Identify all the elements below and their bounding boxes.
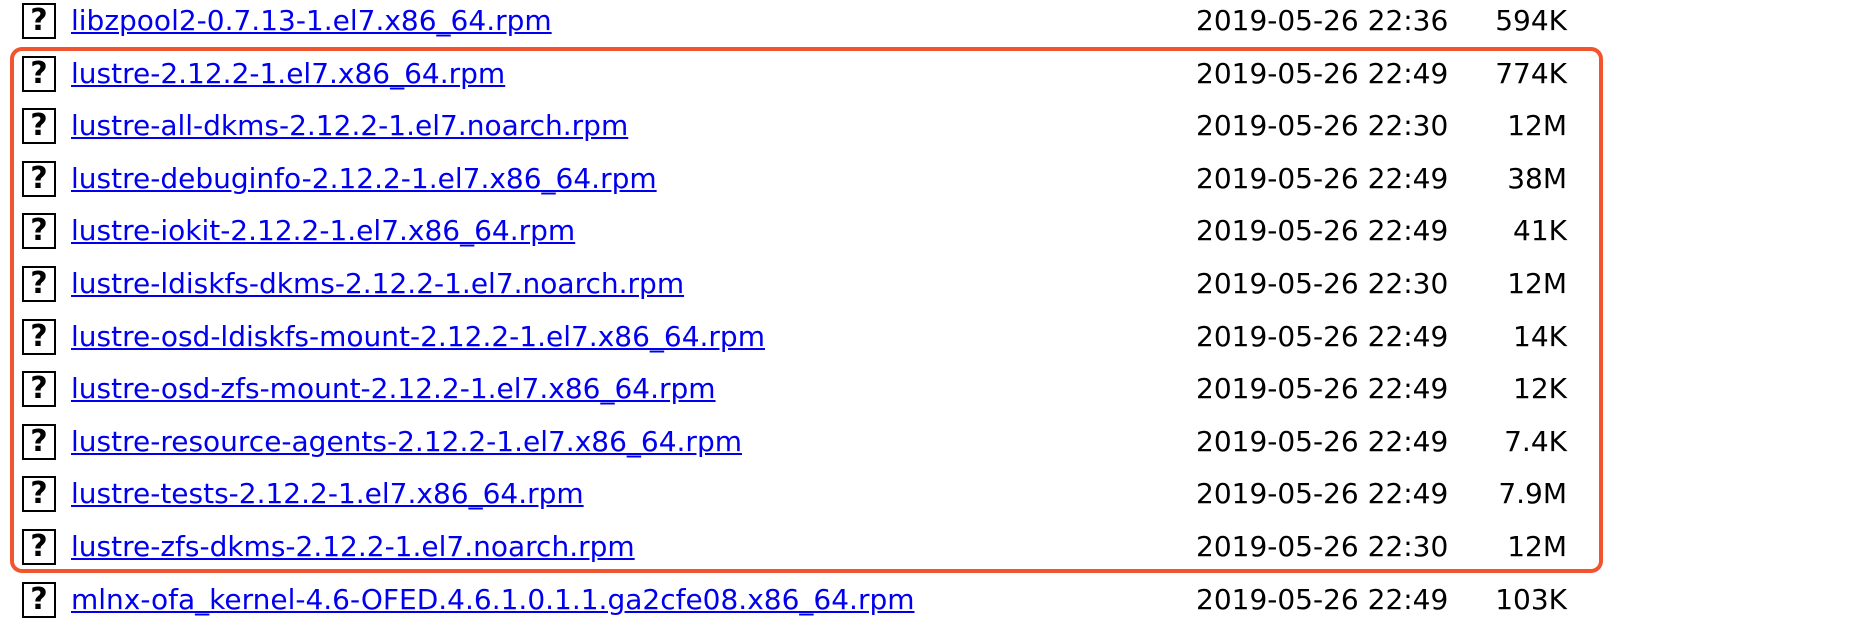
- file-size: 12M: [1507, 109, 1567, 142]
- file-modified-date: 2019-05-26 22:49: [1196, 214, 1449, 247]
- unknown-file-icon: ?: [22, 424, 56, 460]
- file-modified-date: 2019-05-26 22:49: [1196, 57, 1449, 90]
- file-modified-date: 2019-05-26 22:36: [1196, 4, 1449, 37]
- unknown-file-icon: ?: [22, 3, 56, 39]
- file-row: ? lustre-ldiskfs-dkms-2.12.2-1.el7.noarc…: [0, 262, 1868, 314]
- file-modified-date: 2019-05-26 22:49: [1196, 425, 1449, 458]
- file-row: ? lustre-tests-2.12.2-1.el7.x86_64.rpm 2…: [0, 472, 1868, 524]
- unknown-file-icon: ?: [22, 213, 56, 249]
- file-row: ? lustre-osd-ldiskfs-mount-2.12.2-1.el7.…: [0, 315, 1868, 367]
- unknown-file-icon: ?: [22, 108, 56, 144]
- file-row: ? lustre-2.12.2-1.el7.x86_64.rpm 2019-05…: [0, 52, 1868, 104]
- unknown-file-icon: ?: [22, 371, 56, 407]
- file-size: 594K: [1495, 4, 1567, 37]
- file-row: ? lustre-all-dkms-2.12.2-1.el7.noarch.rp…: [0, 104, 1868, 156]
- file-link[interactable]: lustre-all-dkms-2.12.2-1.el7.noarch.rpm: [71, 104, 628, 148]
- unknown-file-icon: ?: [22, 529, 56, 565]
- file-modified-date: 2019-05-26 22:30: [1196, 267, 1449, 300]
- file-modified-date: 2019-05-26 22:49: [1196, 372, 1449, 405]
- file-size: 14K: [1513, 320, 1567, 353]
- file-size: 12M: [1507, 530, 1567, 563]
- file-size: 12M: [1507, 267, 1567, 300]
- unknown-file-icon: ?: [22, 582, 56, 618]
- file-row: ? libzpool2-0.7.13-1.el7.x86_64.rpm 2019…: [0, 0, 1868, 51]
- file-modified-date: 2019-05-26 22:30: [1196, 109, 1449, 142]
- file-link[interactable]: lustre-iokit-2.12.2-1.el7.x86_64.rpm: [71, 209, 575, 253]
- file-row: ? lustre-resource-agents-2.12.2-1.el7.x8…: [0, 420, 1868, 472]
- file-modified-date: 2019-05-26 22:49: [1196, 162, 1449, 195]
- file-listing: ? libzpool2-0.7.13-1.el7.x86_64.rpm 2019…: [0, 0, 1868, 618]
- file-row: ? lustre-iokit-2.12.2-1.el7.x86_64.rpm 2…: [0, 209, 1868, 261]
- unknown-file-icon: ?: [22, 266, 56, 302]
- file-size: 774K: [1495, 57, 1567, 90]
- unknown-file-icon: ?: [22, 476, 56, 512]
- file-size: 38M: [1507, 162, 1567, 195]
- file-link[interactable]: lustre-ldiskfs-dkms-2.12.2-1.el7.noarch.…: [71, 262, 684, 306]
- file-row: ? mlnx-ofa_kernel-4.6-OFED.4.6.1.0.1.1.g…: [0, 578, 1868, 630]
- file-size: 103K: [1495, 583, 1567, 616]
- file-link[interactable]: lustre-zfs-dkms-2.12.2-1.el7.noarch.rpm: [71, 525, 635, 569]
- unknown-file-icon: ?: [22, 56, 56, 92]
- file-modified-date: 2019-05-26 22:49: [1196, 583, 1449, 616]
- file-size: 7.9M: [1498, 477, 1567, 510]
- file-link[interactable]: lustre-tests-2.12.2-1.el7.x86_64.rpm: [71, 472, 584, 516]
- file-row: ? lustre-zfs-dkms-2.12.2-1.el7.noarch.rp…: [0, 525, 1868, 577]
- file-link[interactable]: lustre-debuginfo-2.12.2-1.el7.x86_64.rpm: [71, 157, 657, 201]
- file-modified-date: 2019-05-26 22:49: [1196, 477, 1449, 510]
- unknown-file-icon: ?: [22, 319, 56, 355]
- file-modified-date: 2019-05-26 22:30: [1196, 530, 1449, 563]
- file-row: ? lustre-debuginfo-2.12.2-1.el7.x86_64.r…: [0, 157, 1868, 209]
- file-size: 7.4K: [1504, 425, 1567, 458]
- file-size: 41K: [1513, 214, 1567, 247]
- file-link[interactable]: mlnx-ofa_kernel-4.6-OFED.4.6.1.0.1.1.ga2…: [71, 578, 915, 622]
- file-link[interactable]: libzpool2-0.7.13-1.el7.x86_64.rpm: [71, 0, 552, 43]
- file-link[interactable]: lustre-osd-ldiskfs-mount-2.12.2-1.el7.x8…: [71, 315, 765, 359]
- unknown-file-icon: ?: [22, 161, 56, 197]
- file-link[interactable]: lustre-2.12.2-1.el7.x86_64.rpm: [71, 52, 505, 96]
- file-size: 12K: [1513, 372, 1567, 405]
- file-row: ? lustre-osd-zfs-mount-2.12.2-1.el7.x86_…: [0, 367, 1868, 419]
- file-link[interactable]: lustre-osd-zfs-mount-2.12.2-1.el7.x86_64…: [71, 367, 716, 411]
- file-link[interactable]: lustre-resource-agents-2.12.2-1.el7.x86_…: [71, 420, 742, 464]
- file-modified-date: 2019-05-26 22:49: [1196, 320, 1449, 353]
